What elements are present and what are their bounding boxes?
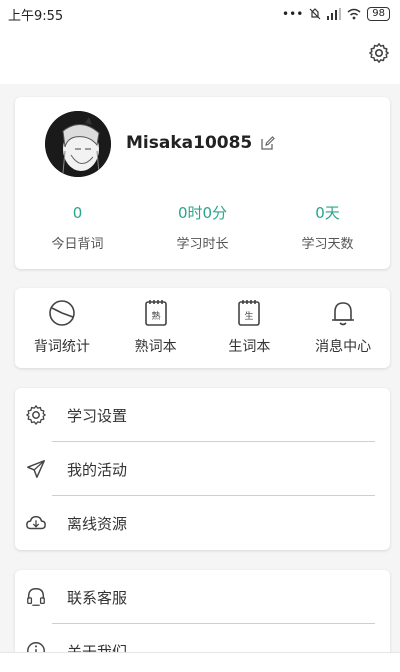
menu-item-my-activities[interactable]: 我的活动 — [15, 442, 390, 496]
headset-icon — [27, 588, 45, 606]
stat-value: 0 — [72, 204, 83, 222]
stat-label: 学习时长 — [176, 237, 229, 252]
menu-item-study-settings[interactable]: 学习设置 — [15, 388, 390, 442]
new-words-book-icon: 生 — [238, 300, 261, 326]
avatar[interactable] — [45, 111, 111, 177]
menu-item-customer-service[interactable]: 联系客服 — [15, 570, 390, 624]
stat-study-time[interactable]: 0时0分 学习时长 — [140, 203, 265, 252]
status-time: 上午9:55 — [8, 8, 64, 24]
stats-row: 0 今日背词 0时0分 学习时长 0天 学习天数 — [15, 203, 390, 252]
status-icons: ••• 98 — [282, 7, 390, 21]
shortcut-message-center[interactable]: 消息中心 — [296, 288, 390, 368]
mute-icon — [309, 8, 321, 20]
shortcut-label: 背词统计 — [33, 339, 90, 355]
edit-icon[interactable] — [260, 135, 276, 151]
username: Misaka10085 — [126, 133, 253, 153]
top-bar — [0, 28, 400, 84]
settings-menu-card: 学习设置 我的活动 离线资源 — [15, 388, 390, 550]
shortcut-label: 熟词本 — [134, 339, 177, 355]
battery-indicator: 98 — [367, 7, 390, 21]
menu-item-label: 联系客服 — [67, 588, 128, 607]
shortcut-new-words[interactable]: 生 生词本 — [203, 288, 297, 368]
more-dots-icon: ••• — [282, 7, 304, 21]
book-glyph: 熟 — [151, 310, 160, 322]
menu-item-label: 学习设置 — [67, 406, 128, 425]
signal-icon — [327, 8, 342, 20]
stat-study-days[interactable]: 0天 学习天数 — [265, 203, 390, 252]
shortcut-word-stats[interactable]: 背词统计 — [15, 288, 109, 368]
pie-chart-icon — [49, 300, 75, 326]
profile-card: Misaka10085 0 今日背词 0时0分 学习时长 0天 学习天数 — [15, 97, 390, 269]
settings-gear-icon[interactable] — [368, 42, 390, 64]
stat-value: 0天 — [315, 204, 340, 222]
menu-item-offline-resources[interactable]: 离线资源 — [15, 496, 390, 550]
cloud-download-icon — [26, 515, 46, 530]
bottom-navigation — [0, 652, 400, 672]
stat-value: 0时0分 — [177, 204, 228, 222]
bell-icon — [332, 302, 355, 326]
shortcuts-card: 背词统计 熟 熟词本 生 生词本 消息中心 — [15, 288, 390, 368]
shortcut-label: 生词本 — [228, 339, 271, 355]
wifi-icon — [347, 8, 361, 20]
gear-icon — [26, 405, 46, 425]
shortcut-familiar-words[interactable]: 熟 熟词本 — [109, 288, 203, 368]
stat-today-words[interactable]: 0 今日背词 — [15, 203, 140, 252]
menu-item-label: 我的活动 — [67, 460, 128, 479]
send-icon — [27, 460, 45, 478]
username-row[interactable]: Misaka10085 — [126, 133, 276, 153]
status-bar: 上午9:55 ••• 98 — [0, 0, 400, 28]
shortcut-label: 消息中心 — [315, 339, 372, 355]
avatar-illustration — [45, 111, 111, 177]
book-glyph: 生 — [245, 310, 254, 322]
stat-label: 学习天数 — [301, 237, 354, 252]
stat-label: 今日背词 — [51, 237, 104, 252]
familiar-words-book-icon: 熟 — [144, 300, 167, 326]
menu-item-label: 离线资源 — [67, 514, 128, 533]
